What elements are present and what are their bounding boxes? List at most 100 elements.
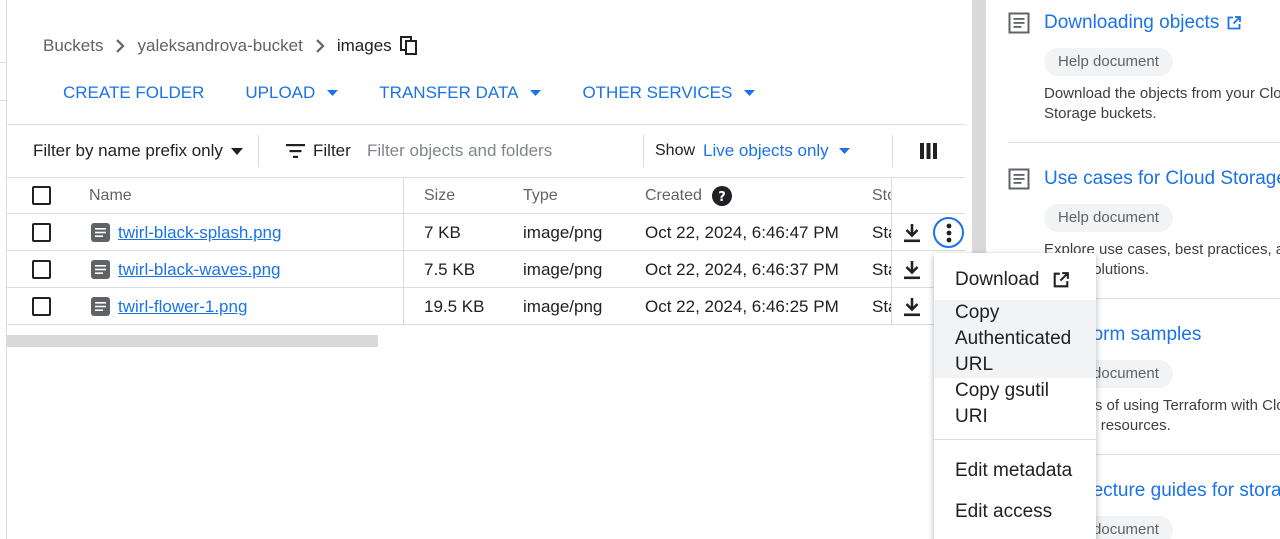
menu-item-label: Download xyxy=(955,269,1040,290)
table-row: twirl-black-waves.png 7.5 KB image/png O… xyxy=(7,251,965,288)
object-size: 19.5 KB xyxy=(424,296,485,316)
row-checkbox[interactable] xyxy=(32,260,51,279)
other-services-button[interactable]: OTHER SERVICES xyxy=(582,83,756,103)
more-vert-icon xyxy=(933,217,964,248)
object-size: 7 KB xyxy=(424,222,461,242)
row-checkbox-cell xyxy=(32,251,51,288)
filter-button[interactable]: Filter xyxy=(286,125,351,177)
left-edge xyxy=(0,0,7,539)
help-card-title[interactable]: Downloading objects xyxy=(1044,12,1219,34)
object-name-link[interactable]: twirl-flower-1.png xyxy=(118,288,247,325)
transfer-data-label: TRANSFER DATA xyxy=(379,83,519,102)
breadcrumb-buckets[interactable]: Buckets xyxy=(43,36,103,56)
column-header-size[interactable]: Size xyxy=(424,177,455,214)
column-header-created[interactable]: Created ? xyxy=(645,177,732,214)
breadcrumb-bucket[interactable]: yaleksandrova-bucket xyxy=(137,36,302,56)
select-all-checkbox[interactable] xyxy=(32,186,51,205)
object-created: Oct 22, 2024, 6:46:37 PM xyxy=(645,259,839,279)
menu-item-download[interactable]: Download xyxy=(934,267,1096,293)
column-divider xyxy=(403,177,404,326)
main-content: Buckets yaleksandrova-bucket images CREA… xyxy=(7,0,972,539)
divider xyxy=(258,135,259,167)
help-card-title-row[interactable]: Downloading objects xyxy=(1008,10,1280,36)
caret-down-icon xyxy=(230,147,243,155)
row-checkbox[interactable] xyxy=(32,297,51,316)
chevron-right-icon xyxy=(115,39,126,53)
caret-down-icon xyxy=(530,90,542,96)
breadcrumb: Buckets yaleksandrova-bucket images xyxy=(43,33,418,59)
table-row: twirl-black-splash.png 7 KB image/png Oc… xyxy=(7,214,965,251)
filter-list-icon xyxy=(286,144,305,158)
object-created: Oct 22, 2024, 6:46:47 PM xyxy=(645,222,839,242)
table-header-row: Name Size Type Created ? Sto xyxy=(7,177,965,214)
upload-label: UPLOAD xyxy=(245,83,316,102)
object-name-link[interactable]: twirl-black-splash.png xyxy=(118,214,281,251)
caret-down-icon xyxy=(838,148,850,154)
column-header-name[interactable]: Name xyxy=(89,177,132,214)
caret-down-icon xyxy=(744,90,756,96)
caret-down-icon xyxy=(327,90,339,96)
document-icon xyxy=(1008,12,1030,34)
select-all-cell xyxy=(32,177,51,214)
object-name-link[interactable]: twirl-black-waves.png xyxy=(118,251,281,288)
create-folder-button[interactable]: CREATE FOLDER xyxy=(63,83,204,103)
file-icon xyxy=(91,251,110,288)
object-type: image/png xyxy=(523,222,603,242)
download-icon[interactable] xyxy=(903,251,921,288)
chevron-right-icon xyxy=(315,39,325,53)
help-document-chip: Help document xyxy=(1044,48,1173,76)
menu-item-copy-authenticated-url[interactable]: Copy Authenticated URL xyxy=(934,300,1096,378)
download-icon[interactable] xyxy=(903,288,921,325)
help-card-desc-line: Storage buckets. xyxy=(1044,105,1157,122)
document-icon xyxy=(1008,168,1030,190)
help-card-description: Download the objects from your Cloud Sto… xyxy=(1044,84,1280,124)
transfer-data-button[interactable]: TRANSFER DATA xyxy=(379,83,542,103)
row-actions-button[interactable] xyxy=(933,214,964,251)
menu-item-edit-metadata[interactable]: Edit metadata xyxy=(934,458,1096,484)
other-services-label: OTHER SERVICES xyxy=(582,83,733,102)
object-storage: Sta xyxy=(872,296,891,316)
help-card-title[interactable]: Use cases for Cloud Storage xyxy=(1044,168,1280,190)
show-value: Live objects only xyxy=(703,141,829,160)
file-icon xyxy=(91,288,110,325)
filter-bar: Filter by name prefix only Filter Filter… xyxy=(7,125,965,177)
object-created: Oct 22, 2024, 6:46:25 PM xyxy=(645,296,839,316)
breadcrumb-current: images xyxy=(336,36,392,55)
object-type: image/png xyxy=(523,259,603,279)
row-checkbox-cell xyxy=(32,288,51,325)
divider xyxy=(1008,142,1280,143)
filter-input[interactable]: Filter objects and folders xyxy=(367,125,642,177)
help-card-desc-line: Download the objects from your Cloud xyxy=(1044,85,1280,102)
horizontal-scrollbar[interactable] xyxy=(7,335,378,347)
show-select[interactable]: Live objects only xyxy=(703,125,850,177)
menu-divider xyxy=(934,439,1096,440)
object-storage: Sta xyxy=(872,222,891,242)
download-icon[interactable] xyxy=(903,214,921,251)
menu-item-edit-access[interactable]: Edit access xyxy=(934,499,1096,525)
action-bar: CREATE FOLDER UPLOAD TRANSFER DATA OTHER… xyxy=(63,80,796,106)
column-display-icon[interactable] xyxy=(920,125,937,177)
row-checkbox[interactable] xyxy=(32,223,51,242)
menu-item-copy-gsutil-uri[interactable]: Copy gsutil URI xyxy=(934,378,1064,430)
filter-mode-label: Filter by name prefix only xyxy=(33,141,223,160)
filter-mode-select[interactable]: Filter by name prefix only xyxy=(33,125,243,177)
open-in-new-icon xyxy=(1053,272,1069,288)
divider xyxy=(892,135,893,167)
column-header-created-label: Created xyxy=(645,186,702,204)
file-icon xyxy=(91,214,110,251)
row-actions-menu: Download Copy Authenticated URL Copy gsu… xyxy=(934,253,1096,539)
column-header-type[interactable]: Type xyxy=(523,177,558,214)
open-in-new-icon xyxy=(1227,16,1242,30)
upload-button[interactable]: UPLOAD xyxy=(245,83,339,103)
object-type: image/png xyxy=(523,296,603,316)
column-header-storage[interactable]: Sto xyxy=(872,177,891,214)
divider xyxy=(643,135,644,167)
table-row: twirl-flower-1.png 19.5 KB image/png Oct… xyxy=(7,288,965,325)
help-document-chip: Help document xyxy=(1044,204,1173,232)
help-card-title-row[interactable]: Use cases for Cloud Storage xyxy=(1008,166,1280,192)
left-edge-tick xyxy=(0,62,7,63)
help-icon[interactable]: ? xyxy=(711,185,732,206)
row-checkbox-cell xyxy=(32,214,51,251)
show-label: Show xyxy=(655,142,696,159)
copy-icon[interactable] xyxy=(399,36,418,56)
